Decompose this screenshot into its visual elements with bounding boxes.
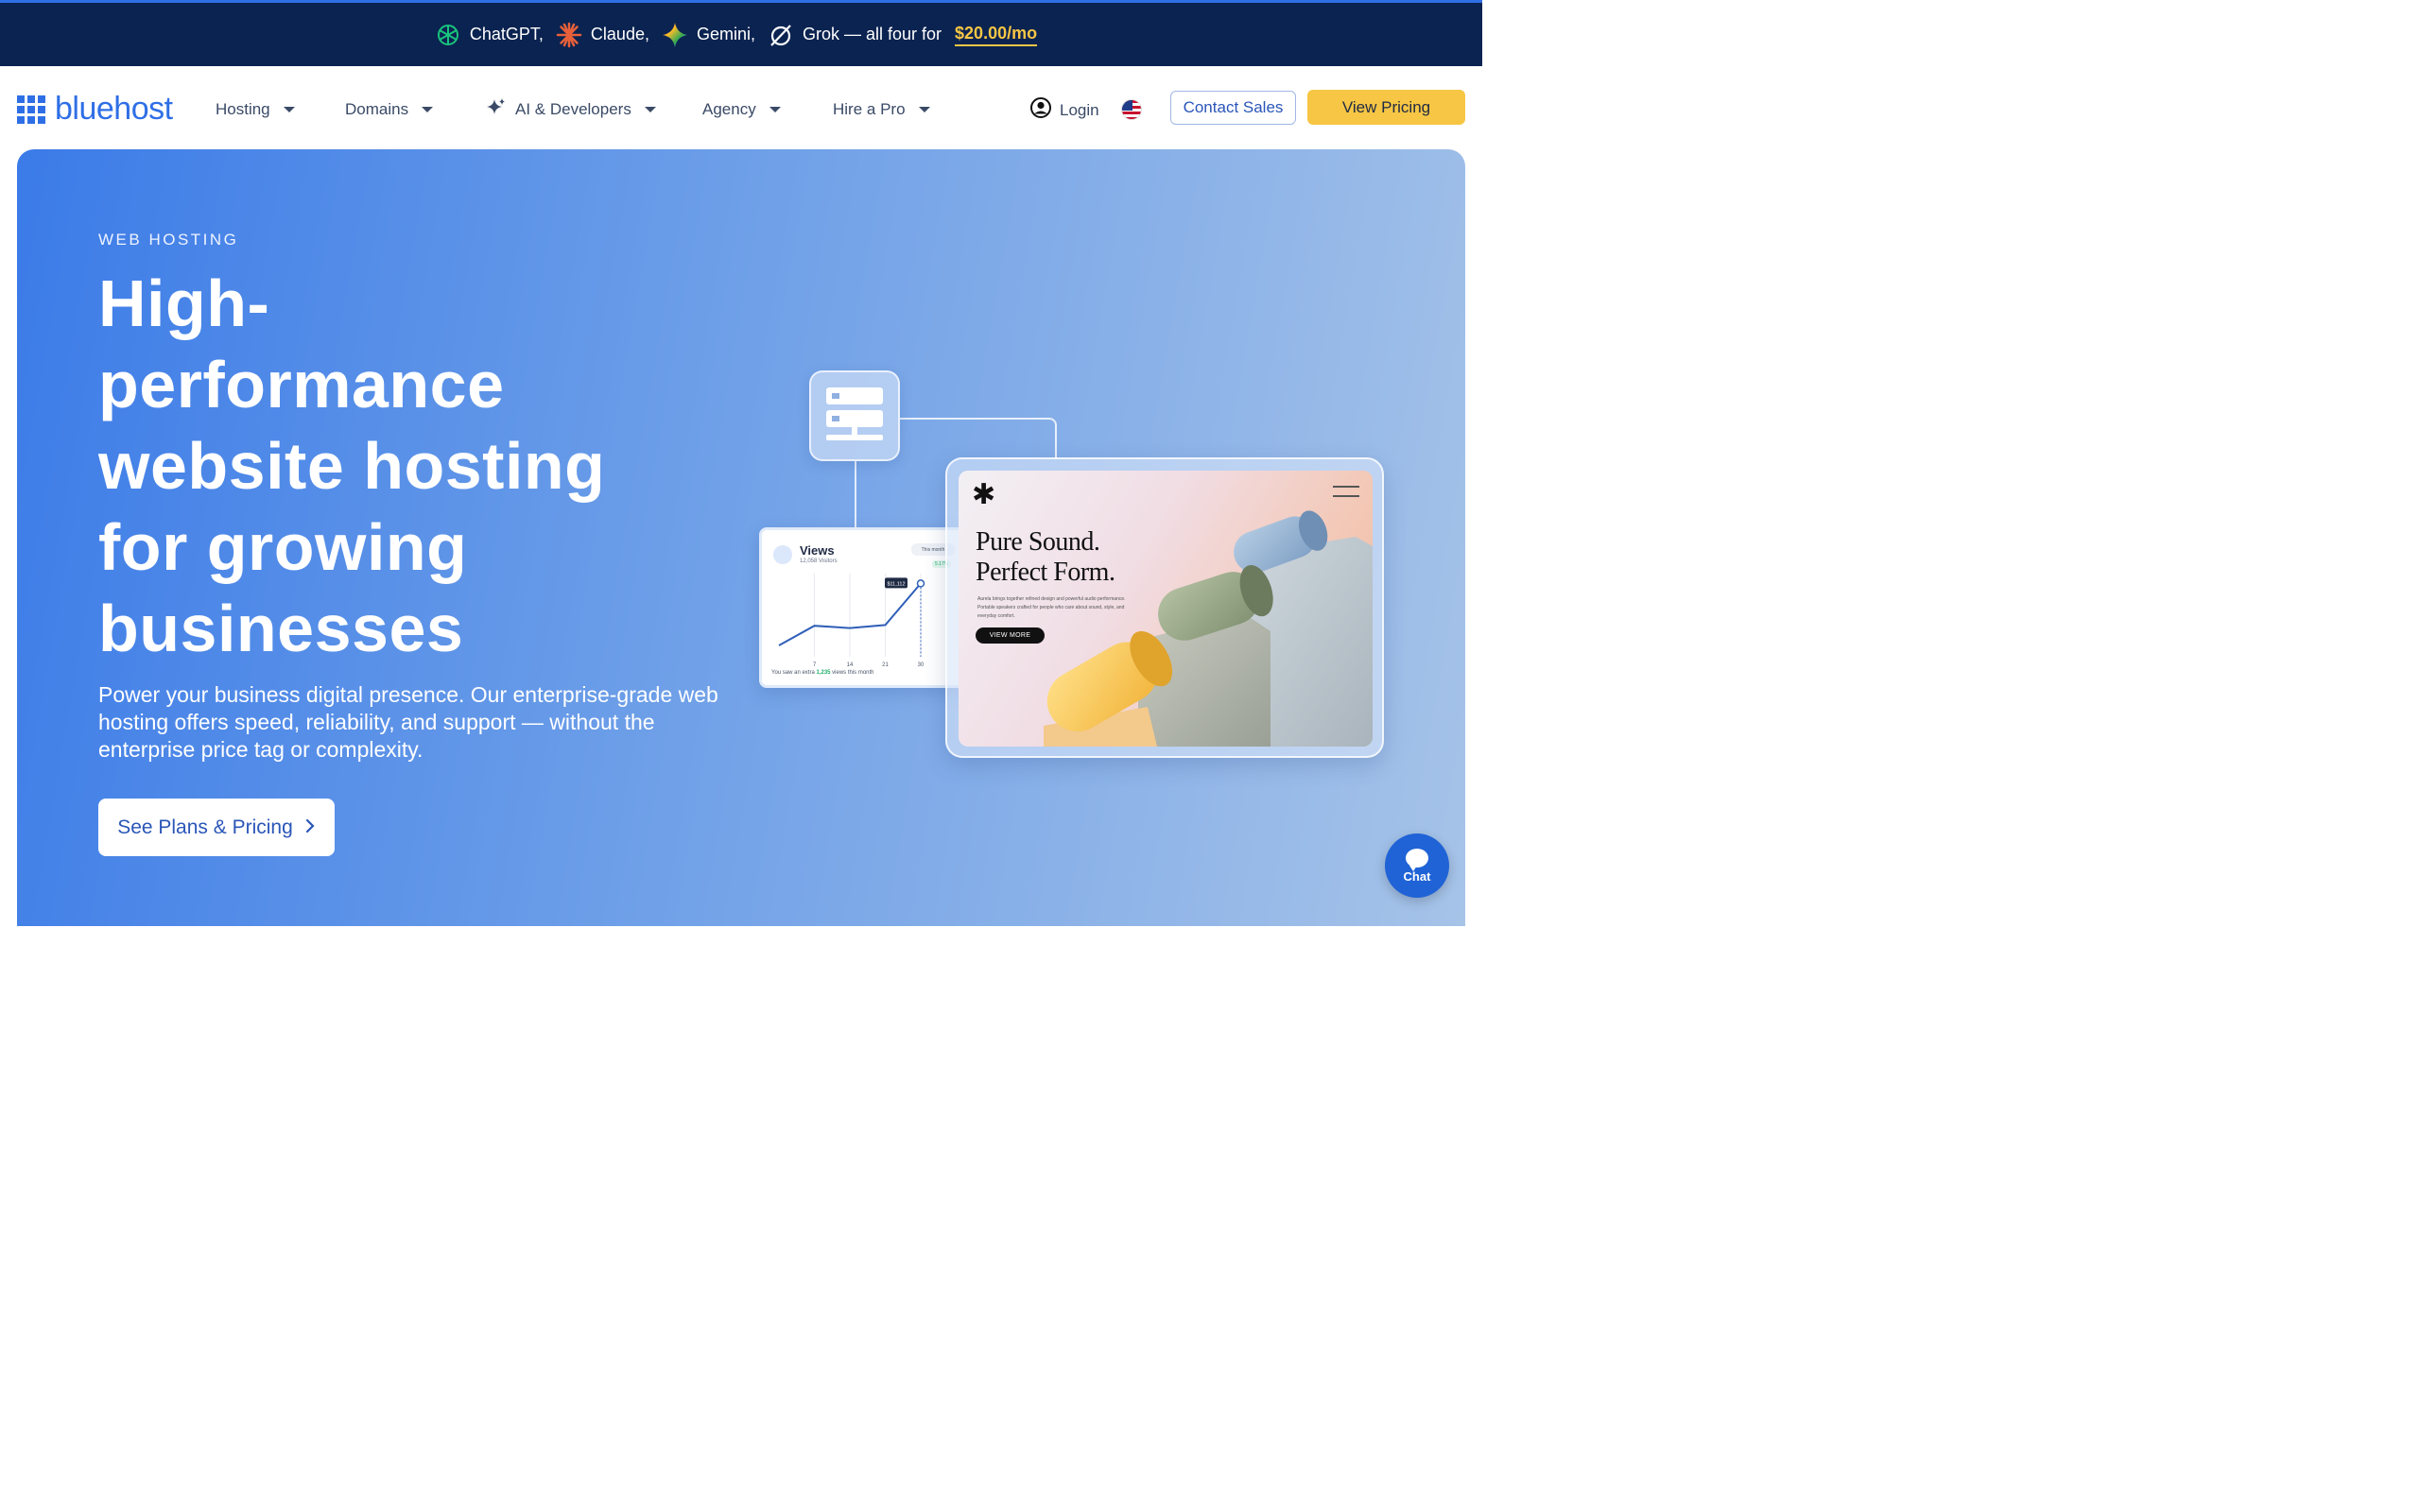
speakers-illustration	[1044, 510, 1373, 747]
login-label: Login	[1060, 100, 1099, 119]
analytics-icon	[773, 545, 792, 564]
promo-gemini-label: Gemini,	[696, 25, 755, 43]
headline-line: for growing	[98, 510, 468, 584]
chart-point	[916, 579, 925, 588]
nav-ai-developers[interactable]: AI & Developers	[485, 96, 656, 124]
chevron-down-icon	[918, 107, 930, 112]
range-select-label: This month	[921, 546, 945, 553]
see-plans-label: See Plans & Pricing	[117, 816, 293, 838]
server-icon	[826, 387, 883, 440]
chatgpt-icon	[434, 21, 462, 49]
grok-icon	[767, 21, 795, 49]
chat-label: Chat	[1403, 868, 1431, 884]
chart-tick-label: 30	[918, 662, 925, 668]
views-title: Views	[800, 543, 835, 558]
headline-line: High-	[98, 266, 270, 340]
headline-line: performance	[98, 348, 505, 421]
promo-grok-label: Grok — all four for	[802, 25, 942, 43]
chart-tick-label: 7	[813, 662, 817, 668]
promo-price-link[interactable]: $20.00/mo	[955, 24, 1038, 46]
chevron-down-icon	[769, 107, 781, 112]
user-icon	[1029, 96, 1052, 124]
nav-agency[interactable]: Agency	[702, 98, 781, 121]
nav-hosting[interactable]: Hosting	[216, 98, 295, 121]
view-pricing-button[interactable]: View Pricing	[1307, 90, 1465, 125]
logo-text: bluehost	[55, 91, 173, 127]
chat-widget-button[interactable]: Chat	[1385, 833, 1449, 898]
hero-section: WEB HOSTING High- performance website ho…	[17, 149, 1465, 926]
footer-prefix: You saw an extra	[771, 670, 815, 676]
contact-sales-button[interactable]: Contact Sales	[1170, 91, 1296, 125]
website-preview: ✱ Pure Sound. Perfect Form. Aurela bring…	[959, 471, 1373, 747]
hero-headline: High- performance website hosting for gr…	[98, 263, 703, 669]
login-link[interactable]: Login	[1029, 96, 1099, 124]
views-line-chart: 7 14 21 30 $11,112	[778, 574, 925, 668]
sparkle-icon	[485, 96, 508, 124]
chart-tooltip-label: $11,112	[887, 581, 905, 587]
footer-value: 1,235	[816, 670, 831, 676]
hero-subtitle: Power your business digital presence. Ou…	[98, 682, 718, 762]
chevron-right-icon	[304, 816, 316, 839]
promo-claude: Claude,	[555, 21, 649, 49]
nav-hosting-label: Hosting	[216, 100, 270, 118]
server-tile	[809, 370, 900, 461]
nav-hire-a-pro[interactable]: Hire a Pro	[833, 98, 930, 121]
chart-tick-label: 21	[882, 662, 889, 668]
us-flag-icon[interactable]	[1121, 99, 1142, 120]
chat-bubble-icon	[1406, 848, 1428, 871]
chevron-down-icon	[422, 107, 434, 112]
nav-domains[interactable]: Domains	[345, 98, 434, 121]
promo-bar: ChatGPT, Claude, Gemini, Grok — all four…	[0, 0, 1482, 66]
chevron-down-icon	[644, 107, 656, 112]
views-footer: You saw an extra 1,235 views this month	[771, 670, 874, 676]
views-analytics-card: Views 12,058 Visitors This month 5.17% 7…	[759, 527, 965, 688]
nav-ai-developers-label: AI & Developers	[515, 100, 631, 118]
website-preview-frame: ✱ Pure Sound. Perfect Form. Aurela bring…	[945, 457, 1384, 758]
connector-line	[855, 461, 856, 529]
headline-line: website hosting	[98, 429, 606, 503]
headline-line: businesses	[98, 592, 464, 665]
footer-suffix: views this month	[832, 670, 874, 676]
promo-grok: Grok — all four for $20.00/mo	[767, 21, 1038, 49]
chevron-down-icon	[283, 107, 295, 112]
nav-hire-a-pro-label: Hire a Pro	[833, 100, 906, 118]
connector-line	[900, 418, 1057, 459]
promo-chatgpt: ChatGPT,	[434, 21, 544, 49]
views-visitors: 12,058 Visitors	[800, 558, 838, 564]
logo-grid-icon	[17, 94, 45, 124]
nav-agency-label: Agency	[702, 100, 756, 118]
promo-claude-label: Claude,	[590, 25, 649, 43]
hero-eyebrow: WEB HOSTING	[98, 231, 239, 249]
see-plans-button[interactable]: See Plans & Pricing	[98, 799, 335, 856]
promo-gemini: Gemini,	[661, 21, 755, 49]
promo-chatgpt-label: ChatGPT,	[469, 25, 544, 43]
bluehost-logo[interactable]: bluehost	[17, 91, 173, 128]
nav-domains-label: Domains	[345, 100, 409, 118]
chart-tick-label: 14	[847, 662, 854, 668]
gemini-icon	[661, 21, 689, 49]
claude-icon	[555, 21, 583, 49]
